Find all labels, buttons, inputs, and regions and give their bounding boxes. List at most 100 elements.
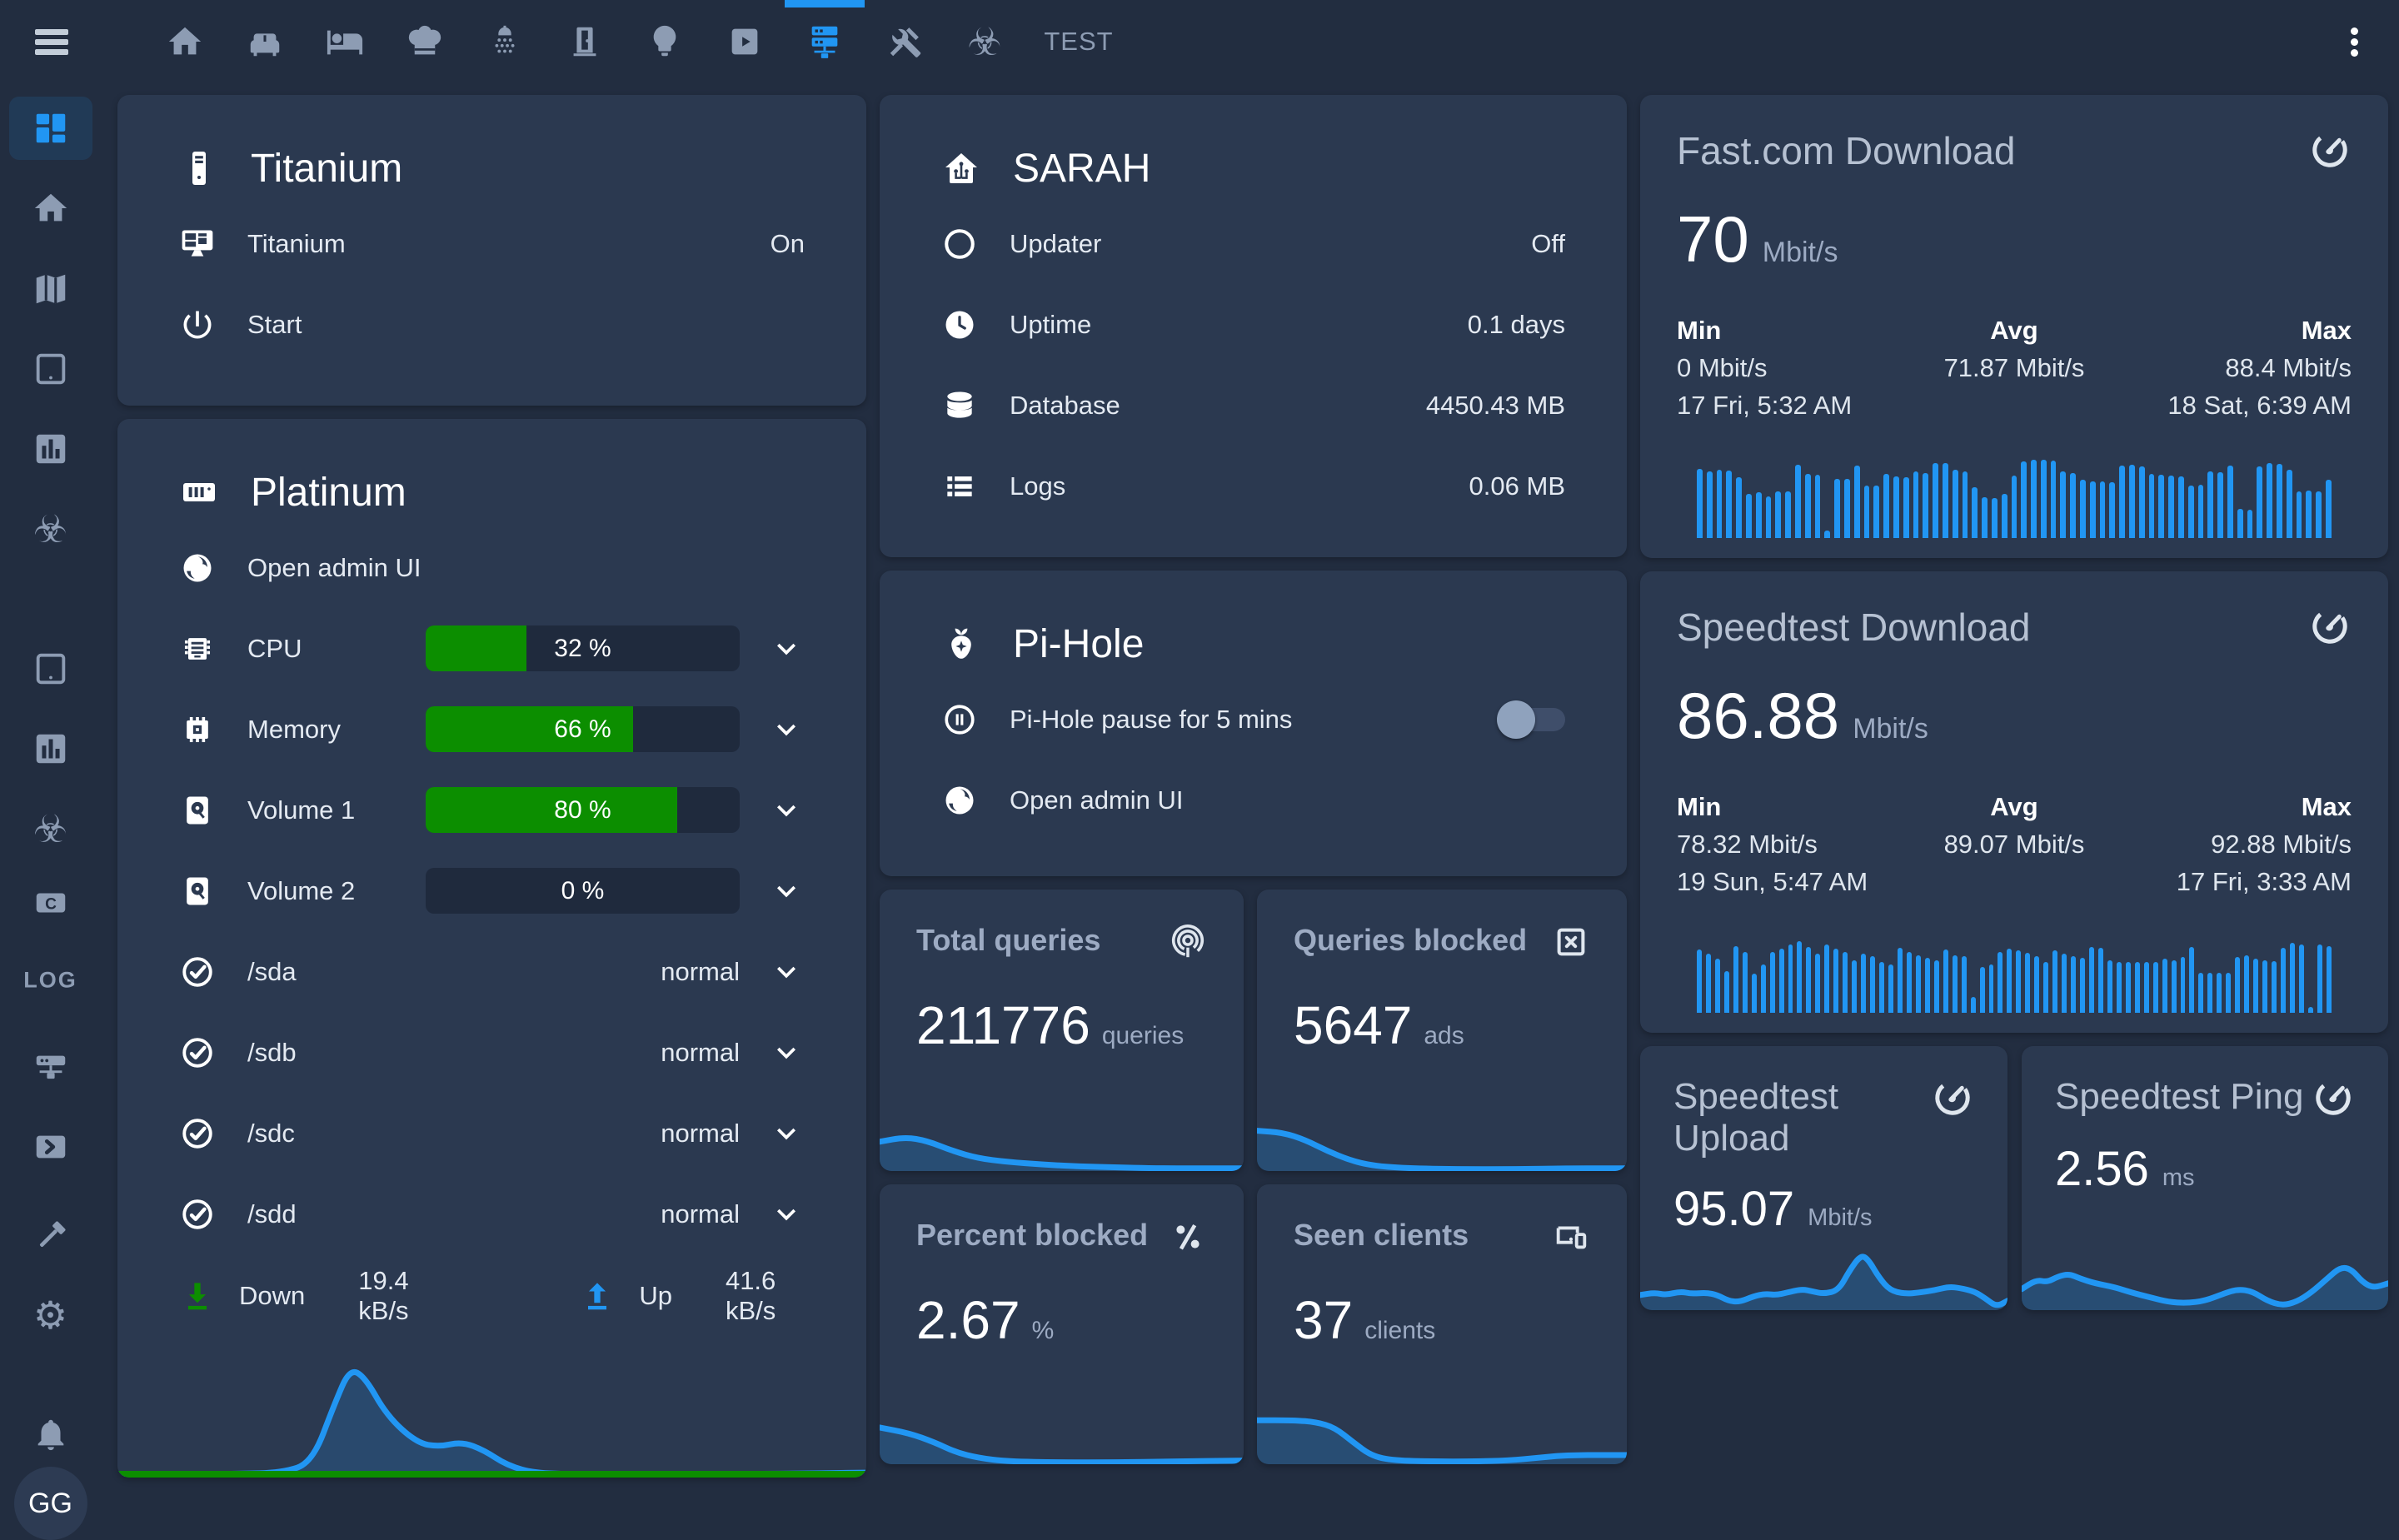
server-network-icon [805, 22, 844, 61]
meter-row-cpu[interactable]: CPU 32 % [117, 608, 866, 689]
tab-media[interactable] [705, 0, 785, 83]
entity-label: Pi-Hole pause for 5 mins [1010, 705, 1292, 735]
sidebar-item-server-network[interactable] [32, 1049, 70, 1088]
network-history-chart [117, 1354, 866, 1478]
card-fastcom-download: Fast.com Download 70 Mbit/s Min 0 Mbit/s… [1640, 95, 2388, 558]
chevron-down-icon[interactable] [768, 792, 805, 829]
disk-row-sdb[interactable]: /sdb normal [117, 1012, 866, 1093]
entity-label: Volume 2 [247, 876, 355, 906]
entity-row-admin-ui[interactable]: Open admin UI [117, 527, 866, 608]
tab-bathroom[interactable] [465, 0, 545, 83]
stat-title: Queries blocked [1294, 923, 1527, 958]
entity-row-updater[interactable]: Updater Off [880, 203, 1627, 284]
chevron-down-icon[interactable] [768, 630, 805, 667]
sidebar-item-dashboard[interactable] [9, 97, 92, 160]
tab-server[interactable] [785, 0, 865, 83]
home-icon [32, 189, 70, 227]
active-tab-indicator [785, 0, 865, 7]
max-value: 92.88 Mbit/s [2127, 830, 2352, 860]
stat-value: 2.67 [916, 1289, 1020, 1351]
tablet-icon [32, 350, 70, 388]
min-value: 0 Mbit/s [1677, 353, 1902, 383]
pi-hole-icon [941, 624, 981, 664]
chevron-down-icon[interactable] [768, 1115, 805, 1152]
entity-row-titanium[interactable]: Titanium On [117, 203, 866, 284]
meter-fill [426, 625, 526, 671]
entity-label: Updater [1010, 229, 1101, 259]
sidebar-item-biohazard[interactable]: ☣ [33, 510, 67, 548]
sidebar-item-console[interactable] [32, 1128, 70, 1166]
chevron-down-icon[interactable] [768, 873, 805, 910]
sidebar-item-settings[interactable]: ⚙ [33, 1296, 67, 1334]
tab-biohazard[interactable]: ☣ [945, 0, 1025, 83]
entity-row-uptime[interactable]: Uptime 0.1 days [880, 284, 1627, 365]
top-bar: ☣ TEST [0, 0, 2399, 83]
min-label: Min [1677, 316, 1902, 346]
bell-icon [32, 1415, 70, 1453]
shower-icon [486, 22, 524, 61]
chevron-down-icon[interactable] [768, 954, 805, 990]
bed-icon [326, 22, 364, 61]
sidebar-item-tablet[interactable] [32, 350, 70, 388]
pihole-pause-toggle[interactable] [1502, 708, 1565, 731]
tab-home[interactable] [145, 0, 225, 83]
speed-unit: Mbit/s [1853, 713, 1928, 745]
view-dashboard-icon [32, 109, 70, 147]
entity-row-start[interactable]: Start [117, 284, 866, 365]
upload-value: 41.6 kB/s [726, 1266, 805, 1326]
sidebar-item-notifications[interactable] [32, 1415, 70, 1453]
sidebar-item-tablet-2[interactable] [32, 650, 70, 688]
stat-sparkline [1257, 1079, 1627, 1171]
tab-bedroom[interactable] [305, 0, 385, 83]
entity-row-logs[interactable]: Logs 0.06 MB [880, 446, 1627, 526]
meter-value: 66 % [554, 715, 611, 744]
tab-lights[interactable] [625, 0, 705, 83]
sidebar-item-stats[interactable] [32, 430, 70, 468]
sidebar-item-home[interactable] [32, 189, 70, 227]
stat-unit: ads [1424, 1022, 1464, 1050]
chevron-down-icon[interactable] [768, 1034, 805, 1071]
menu-icon[interactable] [32, 23, 72, 60]
gauge-icon [2308, 128, 2352, 172]
speed-value: 86.88 [1677, 678, 1839, 754]
sidebar-item-map[interactable] [32, 270, 70, 308]
download-history-bars [1697, 449, 2332, 538]
entity-row-pihole-admin[interactable]: Open admin UI [880, 760, 1627, 840]
meter-row-memory[interactable]: Memory 66 % [117, 689, 866, 770]
tab-hallway[interactable] [545, 0, 625, 83]
sidebar-item-log[interactable]: LOG [23, 968, 77, 994]
speed-value: 70 [1677, 202, 1749, 277]
disk-row-sda[interactable]: /sda normal [117, 931, 866, 1012]
gauge-icon [1931, 1076, 1974, 1119]
disk-status: normal [661, 1119, 740, 1149]
sidebar-item-stats-2[interactable] [32, 730, 70, 768]
chevron-down-icon[interactable] [768, 711, 805, 748]
tools-icon [885, 22, 924, 61]
meter-row-volume-2[interactable]: Volume 2 0 % [117, 850, 866, 931]
stat-title: Seen clients [1294, 1218, 1469, 1253]
tab-tools[interactable] [865, 0, 945, 83]
memory-meter: 66 % [426, 706, 740, 752]
avg-label: Avg [1902, 316, 2127, 346]
sidebar-item-c-lang[interactable]: C [32, 884, 70, 922]
tab-test[interactable]: TEST [1025, 0, 1133, 83]
sidebar-item-developer-tools[interactable] [32, 1217, 70, 1255]
chevron-down-icon[interactable] [768, 1196, 805, 1233]
biohazard-icon: ☣ [967, 22, 1001, 61]
sidebar-item-biohazard-2[interactable]: ☣ [33, 810, 67, 848]
entity-row-database[interactable]: Database 4450.43 MB [880, 365, 1627, 446]
tab-kitchen[interactable] [385, 0, 465, 83]
max-value: 88.4 Mbit/s [2127, 353, 2352, 383]
stat-unit: queries [1102, 1022, 1184, 1050]
user-avatar[interactable]: GG [14, 1467, 87, 1540]
tab-living-room[interactable] [225, 0, 305, 83]
max-label: Max [2127, 792, 2352, 822]
power-icon [179, 307, 216, 343]
disk-row-sdc[interactable]: /sdc normal [117, 1093, 866, 1174]
meter-row-volume-1[interactable]: Volume 1 80 % [117, 770, 866, 850]
disk-row-sdd[interactable]: /sdd normal [117, 1174, 866, 1254]
overflow-menu-icon[interactable] [2331, 18, 2377, 65]
card-title: Speedtest Download [1677, 605, 2031, 650]
stat-unit: % [1032, 1317, 1055, 1345]
entity-state: 4450.43 MB [1426, 391, 1565, 421]
